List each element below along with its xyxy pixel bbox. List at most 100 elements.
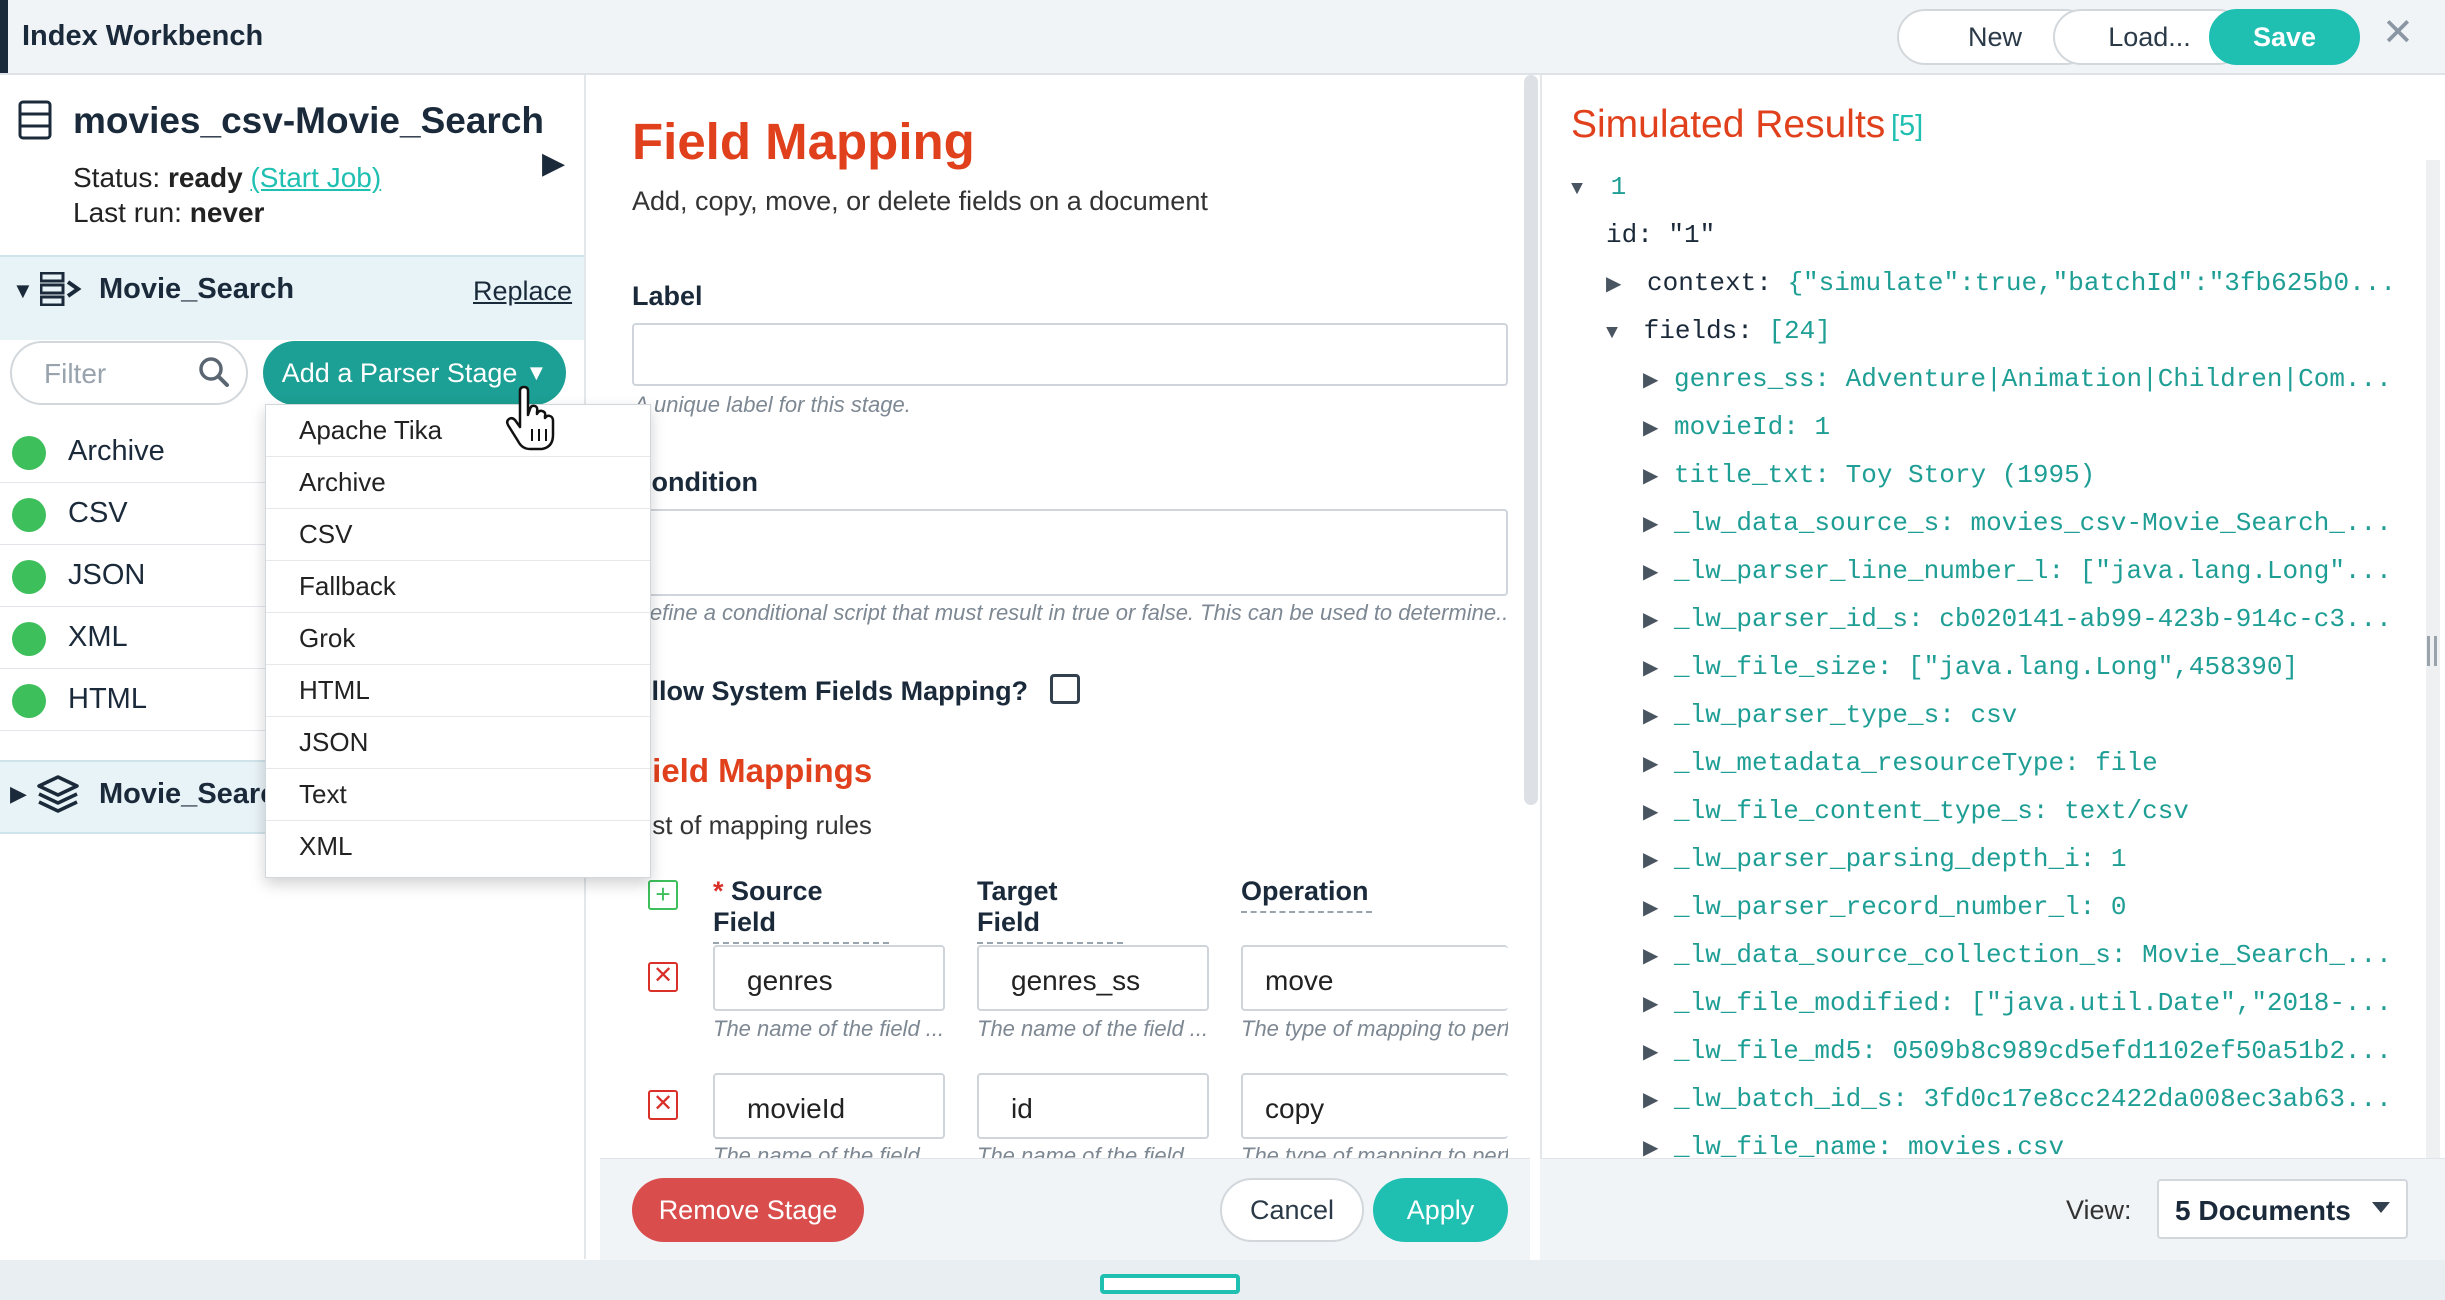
field-node[interactable]: ▶ _lw_metadata_resourceType: file: [1643, 748, 2158, 778]
expand-triangle-icon[interactable]: ▶: [1643, 994, 1658, 1017]
expand-triangle-icon[interactable]: ▼: [1606, 322, 1618, 345]
field-node[interactable]: ▶ _lw_parser_type_s: csv: [1643, 700, 2017, 730]
parser-item-archive[interactable]: Archive: [0, 420, 270, 483]
delete-row-icon[interactable]: ✕: [648, 962, 678, 992]
expand-triangle-icon[interactable]: ▶: [1643, 514, 1658, 537]
field-node[interactable]: ▶ genres_ss: Adventure|Animation|Childre…: [1643, 364, 2392, 394]
menu-item-grok[interactable]: Grok: [266, 613, 650, 665]
label-field-label: Label: [632, 281, 703, 311]
condition-input[interactable]: [632, 509, 1508, 596]
start-job-link[interactable]: (Start Job): [250, 162, 381, 193]
remove-stage-button[interactable]: Remove Stage: [632, 1178, 864, 1242]
expand-triangle-icon[interactable]: ▶: [1643, 370, 1658, 393]
expand-triangle-icon[interactable]: ▶: [1643, 658, 1658, 681]
doc-node[interactable]: ▼ 1: [1571, 172, 1626, 202]
search-icon[interactable]: [198, 356, 230, 388]
status-dot-icon: [12, 622, 46, 656]
chevron-down-icon: ▼: [525, 360, 548, 385]
expand-triangle-icon[interactable]: ▶: [1643, 898, 1658, 921]
expand-triangle-icon[interactable]: ▶: [1643, 802, 1658, 825]
caret-down-icon[interactable]: [2372, 1202, 2390, 1213]
field-node[interactable]: ▶ movieId: 1: [1643, 412, 1830, 442]
field-node[interactable]: ▶ _lw_parser_id_s: cb020141-ab99-423b-91…: [1643, 604, 2392, 634]
expand-triangle-icon[interactable]: ▶: [1643, 1042, 1658, 1065]
field-mappings-heading: Field Mappings: [632, 752, 873, 789]
label-input[interactable]: [632, 323, 1508, 386]
replace-link[interactable]: Replace: [473, 276, 572, 307]
expand-triangle-icon[interactable]: ▶: [1643, 562, 1658, 585]
tree-value: 0509b8c989cd5efd1102ef50a51b2...: [1892, 1036, 2392, 1066]
expand-triangle-icon[interactable]: ▼: [12, 278, 34, 304]
tree-value: ["java.lang.Long"...: [2079, 556, 2392, 586]
menu-item-html[interactable]: HTML: [266, 665, 650, 717]
tree-value: [24]: [1768, 316, 1831, 346]
tree-value: "1": [1668, 220, 1716, 250]
field-node[interactable]: ▶ _lw_parser_record_number_l: 0: [1643, 892, 2127, 922]
menu-item-archive[interactable]: Archive: [266, 457, 650, 509]
parser-icon: [40, 272, 82, 306]
field-node[interactable]: ▶ _lw_data_source_s: movies_csv-Movie_Se…: [1643, 508, 2392, 538]
expand-triangle-icon[interactable]: ▶: [1643, 1090, 1658, 1113]
menu-item-json[interactable]: JSON: [266, 717, 650, 769]
expand-triangle-icon[interactable]: ▶: [1643, 418, 1658, 441]
view-documents-select[interactable]: 5 Documents: [2157, 1179, 2408, 1239]
menu-item-apache-tika[interactable]: Apache Tika: [266, 405, 650, 457]
operation-select[interactable]: move: [1241, 945, 1508, 1011]
menu-item-xml[interactable]: XML: [266, 821, 650, 873]
parser-item-csv[interactable]: CSV: [0, 482, 270, 545]
parser-item-xml[interactable]: XML: [0, 606, 270, 669]
tree-key: _lw_batch_id_s:: [1674, 1084, 1909, 1114]
expand-triangle-icon[interactable]: ▶: [1643, 850, 1658, 873]
last-run-value: never: [189, 197, 265, 228]
source-field-input[interactable]: movieId: [713, 1073, 945, 1139]
expand-triangle-icon[interactable]: ▶: [1643, 1138, 1658, 1158]
filter-input[interactable]: [42, 357, 206, 391]
expand-triangle-icon[interactable]: ▶: [1643, 946, 1658, 969]
add-row-icon[interactable]: +: [648, 880, 678, 910]
field-node[interactable]: ▶ _lw_file_name: movies.csv: [1643, 1132, 2064, 1158]
source-field-input[interactable]: genres: [713, 945, 945, 1011]
save-button[interactable]: Save: [2209, 9, 2360, 65]
field-node[interactable]: ▶ _lw_batch_id_s: 3fd0c17e8cc2422da008ec…: [1643, 1084, 2392, 1114]
target-field-input[interactable]: id: [977, 1073, 1209, 1139]
expand-triangle-icon[interactable]: ▶: [1606, 274, 1621, 297]
parser-item-json[interactable]: JSON: [0, 544, 270, 607]
menu-item-fallback[interactable]: Fallback: [266, 561, 650, 613]
delete-row-icon[interactable]: ✕: [648, 1090, 678, 1120]
scrollbar-grip-icon[interactable]: [2427, 636, 2437, 666]
expand-triangle-icon[interactable]: ▶: [1643, 706, 1658, 729]
field-node[interactable]: ▶ _lw_data_source_collection_s: Movie_Se…: [1643, 940, 2392, 970]
hand-cursor-icon: [505, 385, 555, 451]
system-fields-checkbox[interactable]: [1050, 674, 1080, 704]
field-node[interactable]: ▶ _lw_file_modified: ["java.util.Date","…: [1643, 988, 2392, 1018]
field-node[interactable]: ▶ _lw_file_size: ["java.lang.Long",45839…: [1643, 652, 2298, 682]
operation-select[interactable]: copy: [1241, 1073, 1508, 1139]
close-icon[interactable]: ✕: [2382, 10, 2414, 55]
field-node[interactable]: ▶ title_txt: Toy Story (1995): [1643, 460, 2095, 490]
expand-triangle-icon[interactable]: ▶: [1643, 754, 1658, 777]
context-node[interactable]: ▶ context: {"simulate":true,"batchId":"3…: [1606, 268, 2396, 298]
tree-value: cb020141-ab99-423b-914c-c3...: [1939, 604, 2392, 634]
field-node[interactable]: ▶ _lw_file_md5: 0509b8c989cd5efd1102ef50…: [1643, 1036, 2392, 1066]
field-node[interactable]: ▶ _lw_parser_parsing_depth_i: 1: [1643, 844, 2127, 874]
tree-value: Movie_Search_...: [2142, 940, 2392, 970]
target-field-input[interactable]: genres_ss: [977, 945, 1209, 1011]
parser-item-html[interactable]: HTML: [0, 668, 270, 731]
menu-item-text[interactable]: Text: [266, 769, 650, 821]
field-node[interactable]: ▶ _lw_parser_line_number_l: ["java.lang.…: [1643, 556, 2392, 586]
parser-item-label: CSV: [68, 497, 128, 529]
config-scrollbar[interactable]: [1524, 75, 1538, 805]
expand-triangle-icon[interactable]: ▶: [1643, 610, 1658, 633]
collapse-panel-icon[interactable]: ▶: [542, 146, 565, 181]
menu-item-csv[interactable]: CSV: [266, 509, 650, 561]
field-node[interactable]: ▶ _lw_file_content_type_s: text/csv: [1643, 796, 2189, 826]
parser-type-menu: Apache Tika Archive CSV Fallback Grok HT…: [265, 404, 651, 878]
expand-triangle-icon[interactable]: ▶: [1643, 466, 1658, 489]
collapse-triangle-icon[interactable]: ▶: [10, 781, 27, 807]
app-title: Index Workbench: [22, 20, 264, 52]
apply-button[interactable]: Apply: [1373, 1178, 1508, 1242]
fields-node[interactable]: ▼ fields: [24]: [1606, 316, 1831, 346]
drawer-handle[interactable]: [1100, 1274, 1240, 1294]
cancel-button[interactable]: Cancel: [1220, 1178, 1364, 1242]
expand-triangle-icon[interactable]: ▼: [1571, 178, 1583, 201]
